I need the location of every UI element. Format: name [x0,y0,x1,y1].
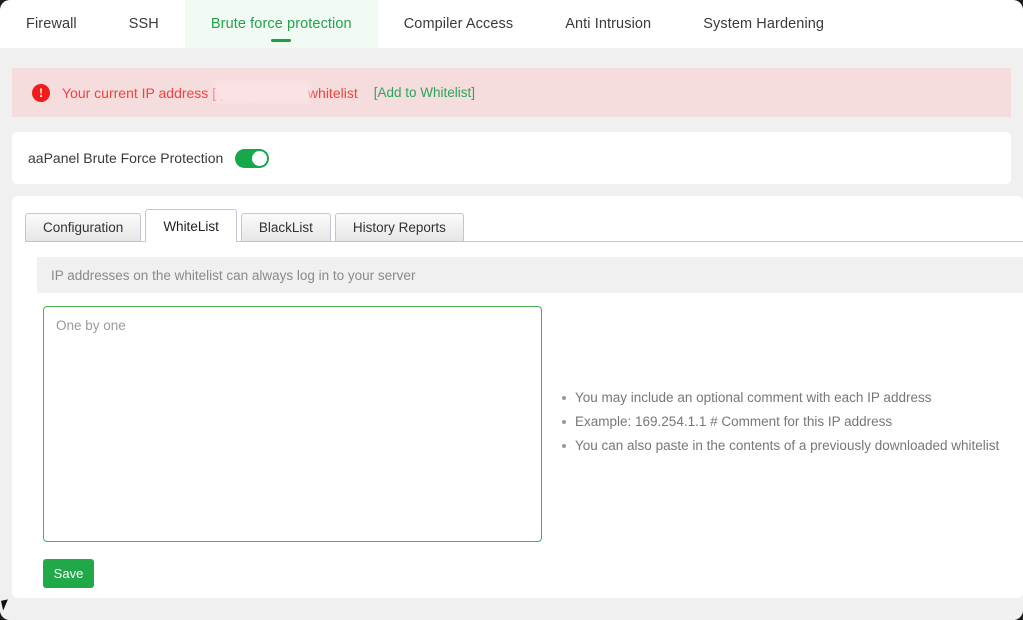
subtab-blacklist[interactable]: BlackList [240,213,331,241]
brute-force-protection-page: Firewall SSH Brute force protection Comp… [0,0,1023,620]
ip-not-whitelisted-alert: ! Your current IP address [ ] is not on … [12,68,1011,117]
whitelist-panel: Configuration WhiteList BlackList Histor… [12,196,1023,598]
brute-force-toggle-label: aaPanel Brute Force Protection [28,150,224,166]
tab-system-hardening-label: System Hardening [703,16,825,32]
subtab-blacklist-label: BlackList [258,220,313,235]
tab-anti-intrusion-label: Anti Intrusion [565,16,652,32]
tab-firewall[interactable]: Firewall [0,0,103,48]
add-to-whitelist-link[interactable]: [Add to Whitelist] [374,85,475,100]
whitelist-textarea[interactable] [43,306,542,542]
bottom-strip [0,598,1023,620]
subtab-history-reports[interactable]: History Reports [334,213,464,241]
tab-ssh-label: SSH [128,16,159,32]
tab-brute-force-protection[interactable]: Brute force protection [184,0,378,48]
subtab-configuration[interactable]: Configuration [25,213,142,241]
list-item: You can also paste in the contents of a … [561,434,999,458]
list-item: Example: 169.254.1.1 # Comment for this … [561,410,999,434]
alert-message: Your current IP address [ ] is not on th… [62,80,358,103]
subtab-whitelist-label: WhiteList [163,218,219,234]
brute-force-toggle-switch[interactable] [235,148,270,168]
whitelist-notes-list: You may include an optional comment with… [557,386,999,458]
save-button[interactable]: Save [43,559,94,588]
list-item: You may include an optional comment with… [561,386,999,410]
main-tab-bar: Firewall SSH Brute force protection Comp… [0,0,1023,48]
subtab-whitelist[interactable]: WhiteList [145,209,237,242]
alert-message-text: Your current IP address [ ] is not on th… [62,84,358,101]
tab-compiler-access-label: Compiler Access [403,16,514,32]
sub-tab-bar: Configuration WhiteList BlackList Histor… [25,209,1023,242]
tab-compiler-access[interactable]: Compiler Access [378,0,539,48]
subtab-history-reports-label: History Reports [352,220,446,235]
tab-anti-intrusion[interactable]: Anti Intrusion [539,0,677,48]
tab-system-hardening[interactable]: System Hardening [677,0,850,48]
whitelist-hint-text: IP addresses on the whitelist can always… [51,267,416,283]
tab-ssh[interactable]: SSH [103,0,185,48]
subtab-configuration-label: Configuration [43,220,124,235]
error-exclamation-icon: ! [32,83,50,102]
whitelist-hint-bar: IP addresses on the whitelist can always… [37,257,1023,293]
brute-force-toggle-card: aaPanel Brute Force Protection [12,132,1011,184]
tab-brute-force-protection-label: Brute force protection [210,16,352,32]
tab-firewall-label: Firewall [26,16,77,32]
